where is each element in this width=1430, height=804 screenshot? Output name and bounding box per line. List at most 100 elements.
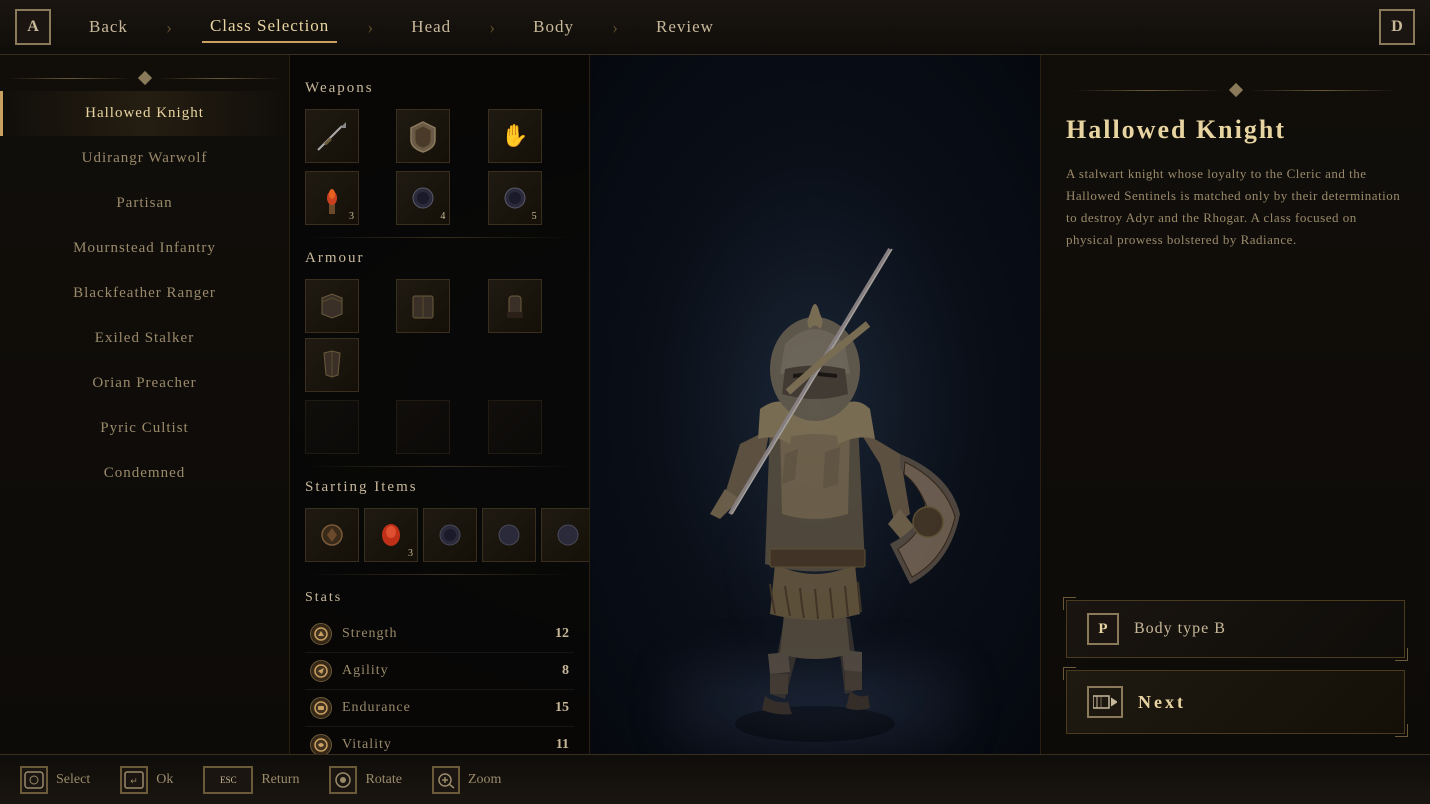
- bottom-action-ok: ↵ Ok: [120, 766, 173, 794]
- vitality-label: Vitality: [342, 737, 539, 753]
- item2-icon: [405, 180, 441, 216]
- nav-class-selection[interactable]: Class Selection: [202, 11, 337, 43]
- strength-label: Strength: [342, 626, 539, 642]
- ok-key-icon: ↵: [120, 766, 148, 794]
- nav-key-a: A: [15, 9, 51, 45]
- starting-items-grid: 3: [305, 508, 574, 562]
- stats-section-title: Stats: [305, 590, 574, 606]
- starting-item5-icon: [550, 517, 586, 553]
- bottom-action-zoom: Zoom: [432, 766, 501, 794]
- nav-key-d: D: [1379, 9, 1415, 45]
- weapon-slot-shield[interactable]: [396, 109, 450, 163]
- gauntlet-icon: [497, 288, 533, 324]
- svg-text:↵: ↵: [130, 776, 138, 786]
- body-type-button[interactable]: P Body type B: [1066, 600, 1405, 658]
- armour-slot-empty3[interactable]: [488, 400, 542, 454]
- character-display: [590, 55, 1040, 754]
- weapon-slot-hand[interactable]: ✋: [488, 109, 542, 163]
- class-info-description: A stalwart knight whose loyalty to the C…: [1066, 163, 1405, 251]
- weapons-grid-row1: ✋: [305, 109, 574, 163]
- main-content: Hallowed Knight Udirangr Warwolf Partisa…: [0, 55, 1430, 754]
- rotate-key-icon: [329, 766, 357, 794]
- class-item-exiled-stalker[interactable]: Exiled Stalker: [0, 316, 289, 361]
- weapons-grid-row2: 3 4 5: [305, 171, 574, 225]
- slot-number-3: 3: [349, 211, 354, 222]
- torch-icon: [314, 180, 350, 216]
- armour-slot-empty2[interactable]: [396, 400, 450, 454]
- class-item-partisan[interactable]: Partisan: [0, 181, 289, 226]
- select-key-icon: [20, 766, 48, 794]
- body-type-label: Body type B: [1134, 620, 1226, 638]
- nav-body[interactable]: Body: [525, 12, 582, 42]
- body-type-key-box: P: [1087, 613, 1119, 645]
- armour-slot-legs[interactable]: [305, 338, 359, 392]
- nav-head[interactable]: Head: [403, 12, 459, 42]
- weapon-slot-item3[interactable]: 5: [488, 171, 542, 225]
- body-armor-icon: [405, 288, 441, 324]
- class-item-condemned[interactable]: Condemned: [0, 451, 289, 496]
- armour-title: Armour: [305, 250, 574, 267]
- rotate-label: Rotate: [365, 772, 402, 788]
- starting-item-4[interactable]: [482, 508, 536, 562]
- weapon-slot-item2[interactable]: 4: [396, 171, 450, 225]
- class-item-pyric-cultist[interactable]: Pyric Cultist: [0, 406, 289, 451]
- select-label: Select: [56, 772, 90, 788]
- weapons-title: Weapons: [305, 80, 574, 97]
- weapon-slot-torch[interactable]: 3: [305, 171, 359, 225]
- vitality-icon: [310, 734, 332, 754]
- nav-back[interactable]: Back: [81, 12, 136, 42]
- stat-row-agility: Agility 8: [305, 653, 574, 690]
- class-item-orian-preacher[interactable]: Orian Preacher: [0, 361, 289, 406]
- starting-item-1[interactable]: [305, 508, 359, 562]
- section-divider-2: [305, 466, 574, 467]
- slot-number-4: 4: [440, 211, 445, 222]
- class-item-udirangr-warwolf[interactable]: Udirangr Warwolf: [0, 136, 289, 181]
- section-divider-1: [305, 237, 574, 238]
- armour-slot-empty1[interactable]: [305, 400, 359, 454]
- strength-value: 12: [549, 626, 569, 642]
- ok-label: Ok: [156, 772, 173, 788]
- starting-item2-icon: [373, 517, 409, 553]
- item3-icon: [497, 180, 533, 216]
- stat-row-strength: Strength 12: [305, 616, 574, 653]
- class-item-hallowed-knight[interactable]: Hallowed Knight: [0, 91, 289, 136]
- zoom-key-icon: [432, 766, 460, 794]
- weapon-slot-sword[interactable]: [305, 109, 359, 163]
- slot-number-5: 5: [532, 211, 537, 222]
- class-list-sidebar: Hallowed Knight Udirangr Warwolf Partisa…: [0, 55, 290, 754]
- bottom-action-return: ESC Return: [203, 766, 299, 794]
- section-divider-3: [305, 574, 574, 575]
- starting-items-title: Starting Items: [305, 479, 574, 496]
- class-item-mournstead-infantry[interactable]: Mournstead Infantry: [0, 226, 289, 271]
- leg-armor-icon: [314, 347, 350, 383]
- starting-item4-icon: [491, 517, 527, 553]
- next-button-icon: [1087, 686, 1123, 718]
- chest-armor-icon: [314, 288, 350, 324]
- top-navigation: A Back › Class Selection › Head › Body ›…: [0, 0, 1430, 55]
- agility-label: Agility: [342, 663, 539, 679]
- zoom-label: Zoom: [468, 772, 501, 788]
- next-button[interactable]: Next: [1066, 670, 1405, 734]
- strength-icon: [310, 623, 332, 645]
- nav-sep-4: ›: [612, 17, 618, 38]
- armour-slot-gauntlets[interactable]: [488, 279, 542, 333]
- info-panel-deco: [1066, 85, 1405, 95]
- starting-item-5[interactable]: [541, 508, 590, 562]
- starting-item2-count: 3: [408, 548, 413, 559]
- info-panel: Hallowed Knight A stalwart knight whose …: [1040, 55, 1430, 754]
- vitality-value: 11: [549, 737, 569, 753]
- starting-item-3[interactable]: [423, 508, 477, 562]
- armour-slot-body[interactable]: [396, 279, 450, 333]
- center-panel: Weapons: [290, 55, 590, 754]
- bottom-bar: Select ↵ Ok ESC Return Rotate: [0, 754, 1430, 804]
- stats-section: Stats Strength 12 Agi: [305, 590, 574, 754]
- agility-value: 8: [549, 663, 569, 679]
- stat-row-endurance: Endurance 15: [305, 690, 574, 727]
- bottom-action-select: Select: [20, 766, 90, 794]
- shield-icon: [405, 118, 441, 154]
- nav-review[interactable]: Review: [648, 12, 722, 42]
- class-item-blackfeather-ranger[interactable]: Blackfeather Ranger: [0, 271, 289, 316]
- starting-item-2[interactable]: 3: [364, 508, 418, 562]
- armour-grid-row2: [305, 400, 574, 454]
- armour-slot-chest[interactable]: [305, 279, 359, 333]
